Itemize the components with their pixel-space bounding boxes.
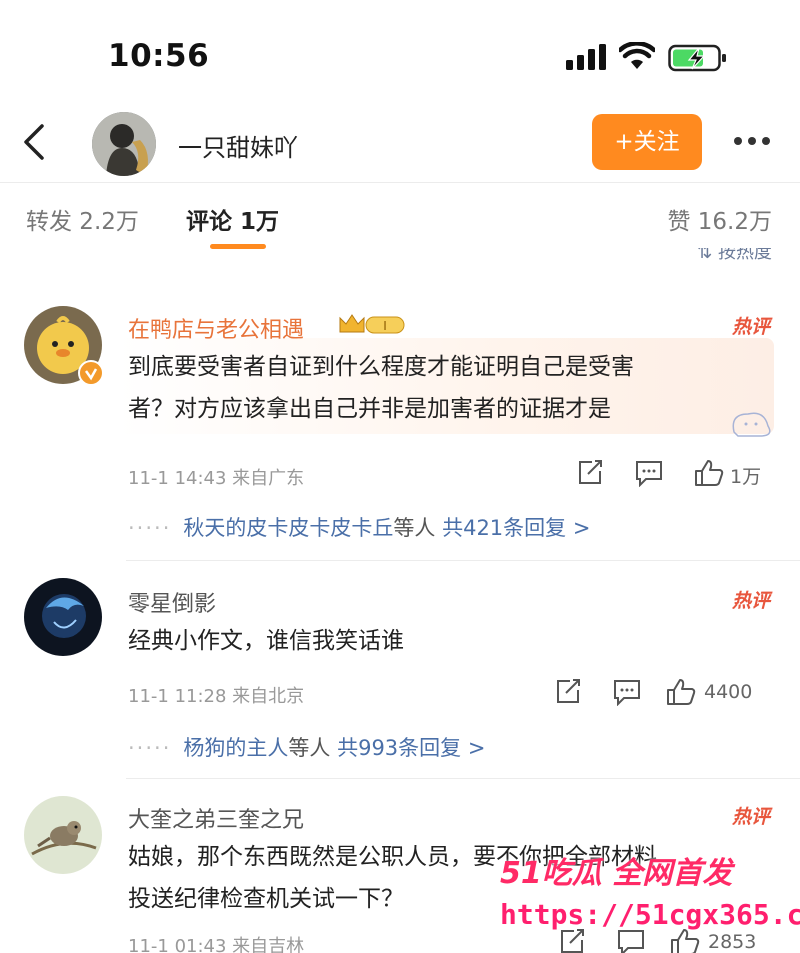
repost-icon[interactable] [554, 678, 582, 706]
tab-likes[interactable]: 赞 16.2万 [667, 202, 772, 236]
comment-item: 零星倒影 热评 经典小作文，谁信我笑话谁 11-1 11:28 来自北京 440… [0, 572, 800, 782]
comment-icon[interactable] [616, 928, 646, 953]
battery-charging-icon [668, 44, 726, 72]
commenter-avatar[interactable] [24, 796, 102, 874]
wifi-icon [619, 42, 655, 69]
nav-header: 一只甜妹吖 +关注 [0, 108, 800, 178]
comment-item: 在鸭店与老公相遇 I 热评 到底要受害者自证到什么程度才能证明自己是受害 者？对… [0, 296, 800, 566]
view-replies-link[interactable]: ····· 杨狗的主人等人 共993条回复 > [128, 732, 485, 762]
comment-icon[interactable] [612, 678, 642, 706]
comment-time-location: 11-1 01:43 来自吉林 [128, 936, 305, 953]
watermark-brand: 51吃瓜 全网首发 [500, 856, 733, 891]
status-time: 10:56 [108, 38, 210, 74]
status-bar: 10:56 [0, 0, 800, 110]
commenter-avatar[interactable] [24, 578, 102, 656]
cellular-signal-icon [566, 44, 606, 70]
sort-by-hotness[interactable]: ⇅ 按热度 [697, 248, 772, 266]
svg-text:I: I [383, 319, 387, 333]
back-arrow-icon[interactable] [20, 122, 50, 162]
view-replies-link[interactable]: ····· 秋天的皮卡皮卡皮卡丘等人 共421条回复 > [128, 512, 590, 542]
comment-time-location: 11-1 14:43 来自广东 [128, 468, 305, 489]
tab-bar: 转发 2.2万 评论 1万 赞 16.2万 [0, 186, 800, 256]
verified-badge-icon [78, 360, 104, 386]
hot-comment-badge: 热评 [731, 806, 770, 828]
active-tab-indicator [210, 244, 266, 249]
comment-time-location: 11-1 11:28 来自北京 [128, 686, 305, 707]
author-avatar[interactable] [92, 112, 156, 176]
like-thumb-icon[interactable] [694, 459, 724, 487]
commenter-name[interactable]: 在鸭店与老公相遇 [128, 312, 304, 344]
like-count: 1万 [730, 466, 762, 488]
comment-icon[interactable] [634, 459, 664, 487]
comment-text: 经典小作文，谁信我笑话谁 [128, 628, 404, 654]
more-options-icon[interactable] [734, 130, 778, 150]
comment-actions: 1万 [576, 459, 776, 489]
like-count: 4400 [704, 681, 753, 703]
comment-text: 到底要受害者自证到什么程度才能证明自己是受害 者？对方应该拿出自己并非是加害者的… [128, 354, 634, 422]
sticker-decoration-icon [732, 412, 771, 437]
like-thumb-icon[interactable] [670, 928, 700, 953]
comment-divider [126, 778, 800, 779]
like-count: 2853 [708, 931, 757, 953]
watermark-url: https://51cgx365.com [500, 898, 800, 931]
tab-forwards[interactable]: 转发 2.2万 [26, 202, 139, 236]
hot-comment-badge: 热评 [731, 590, 770, 612]
like-thumb-icon[interactable] [666, 678, 696, 706]
member-crown-badge-icon: I [339, 314, 405, 334]
comment-actions: 4400 [554, 678, 776, 708]
header-divider [0, 182, 800, 183]
comment-actions: 2853 [558, 928, 776, 953]
tab-comments[interactable]: 评论 1万 [186, 202, 279, 236]
comment-divider [126, 560, 800, 561]
author-name[interactable]: 一只甜妹吖 [178, 128, 298, 163]
commenter-name[interactable]: 大奎之弟三奎之兄 [128, 802, 304, 834]
commenter-name[interactable]: 零星倒影 [128, 586, 216, 618]
repost-icon[interactable] [558, 928, 586, 953]
follow-button[interactable]: +关注 [592, 114, 702, 170]
hot-comment-badge: 热评 [731, 316, 770, 338]
repost-icon[interactable] [576, 459, 604, 487]
